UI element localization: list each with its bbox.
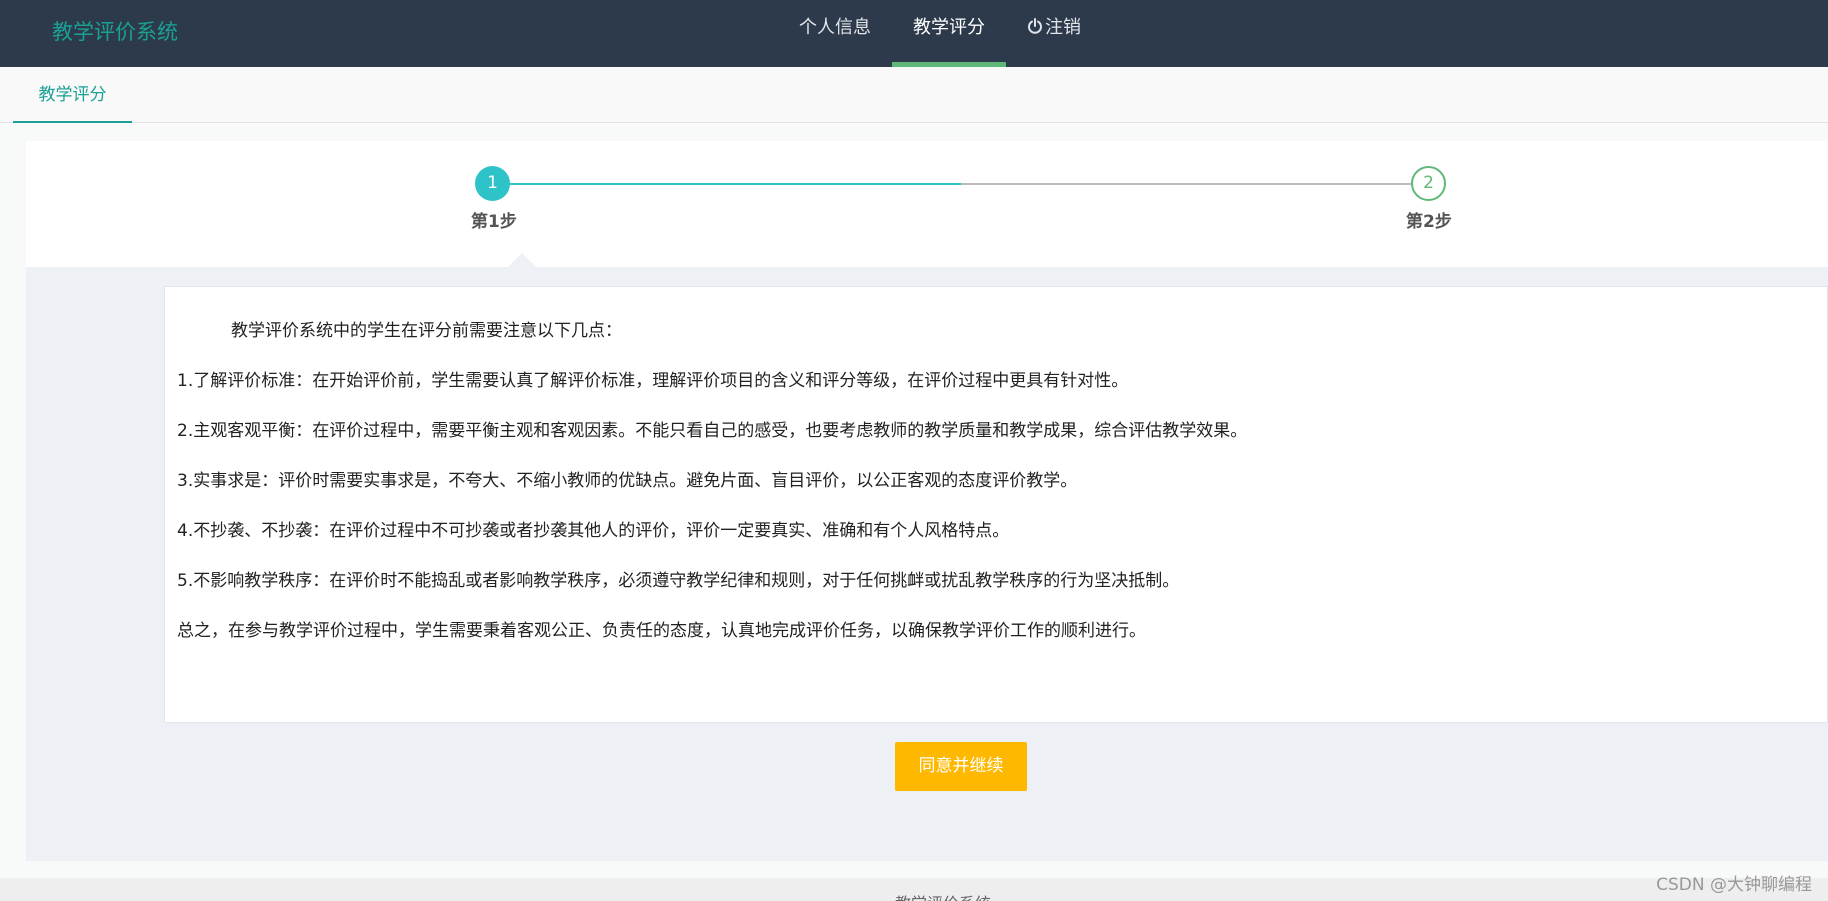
power-icon — [1028, 18, 1042, 34]
watermark: CSDN @大钟聊编程 — [1656, 875, 1812, 895]
notice-intro: 教学评价系统中的学生在评分前需要注意以下几点： — [231, 321, 622, 341]
notice-point: 2.主观客观平衡：在评价过程中，需要平衡主观和客观因素。不能只看自己的感受，也要… — [177, 421, 1248, 441]
nav-item-logout[interactable]: 注销 — [1006, 0, 1102, 67]
notice-point: 1.了解评价标准：在开始评价前，学生需要认真了解评价标准，理解评价项目的含义和评… — [177, 371, 1129, 391]
content-card: 1 2 第1步 第2步 教学评价系统中的学生在评分前需要注意以下几点： 1.了解… — [26, 141, 1828, 861]
step-1-circle: 1 — [475, 166, 510, 201]
nav-item-label: 注销 — [1045, 17, 1081, 38]
active-step-pointer — [506, 253, 538, 269]
nav-item-label: 个人信息 — [799, 17, 871, 38]
notice-point: 4.不抄袭、不抄袭：在评价过程中不可抄袭或者抄袭其他人的评价，评价一定要真实、准… — [177, 521, 1010, 541]
footer-text: 教学评价系统 — [895, 890, 991, 901]
tab-bar: 教学评分 — [0, 67, 1828, 123]
step-2-circle: 2 — [1411, 166, 1446, 201]
agree-continue-button[interactable]: 同意并继续 — [895, 742, 1027, 791]
step-progress-line-completed — [503, 183, 961, 185]
nav-item-label: 教学评分 — [913, 17, 985, 38]
step-progress-line-pending — [961, 183, 1429, 185]
notice-summary: 总之，在参与教学评价过程中，学生需要秉着客观公正、负责任的态度，认真地完成评价任… — [177, 621, 1146, 641]
notice-point: 5.不影响教学秩序：在评价时不能捣乱或者影响教学秩序，必须遵守教学纪律和规则，对… — [177, 571, 1180, 591]
notice-panel: 教学评价系统中的学生在评分前需要注意以下几点： 1.了解评价标准：在开始评价前，… — [164, 286, 1828, 723]
tab-teaching-rating[interactable]: 教学评分 — [13, 67, 132, 123]
step-2-label: 第2步 — [1406, 212, 1452, 232]
footer: 教学评价系统 — [0, 878, 1828, 901]
top-navbar: 教学评价系统 个人信息 教学评分 注销 — [0, 0, 1828, 67]
nav-item-profile[interactable]: 个人信息 — [778, 0, 892, 67]
notice-point: 3.实事求是：评价时需要实事求是，不夸大、不缩小教师的优缺点。避免片面、盲目评价… — [177, 471, 1078, 491]
app-logo-title[interactable]: 教学评价系统 — [52, 16, 178, 46]
step-1-label: 第1步 — [471, 212, 517, 232]
step-indicator: 1 2 第1步 第2步 — [26, 141, 1828, 269]
main-nav: 个人信息 教学评分 注销 — [778, 0, 1102, 67]
nav-item-teaching-rating[interactable]: 教学评分 — [892, 0, 1006, 67]
